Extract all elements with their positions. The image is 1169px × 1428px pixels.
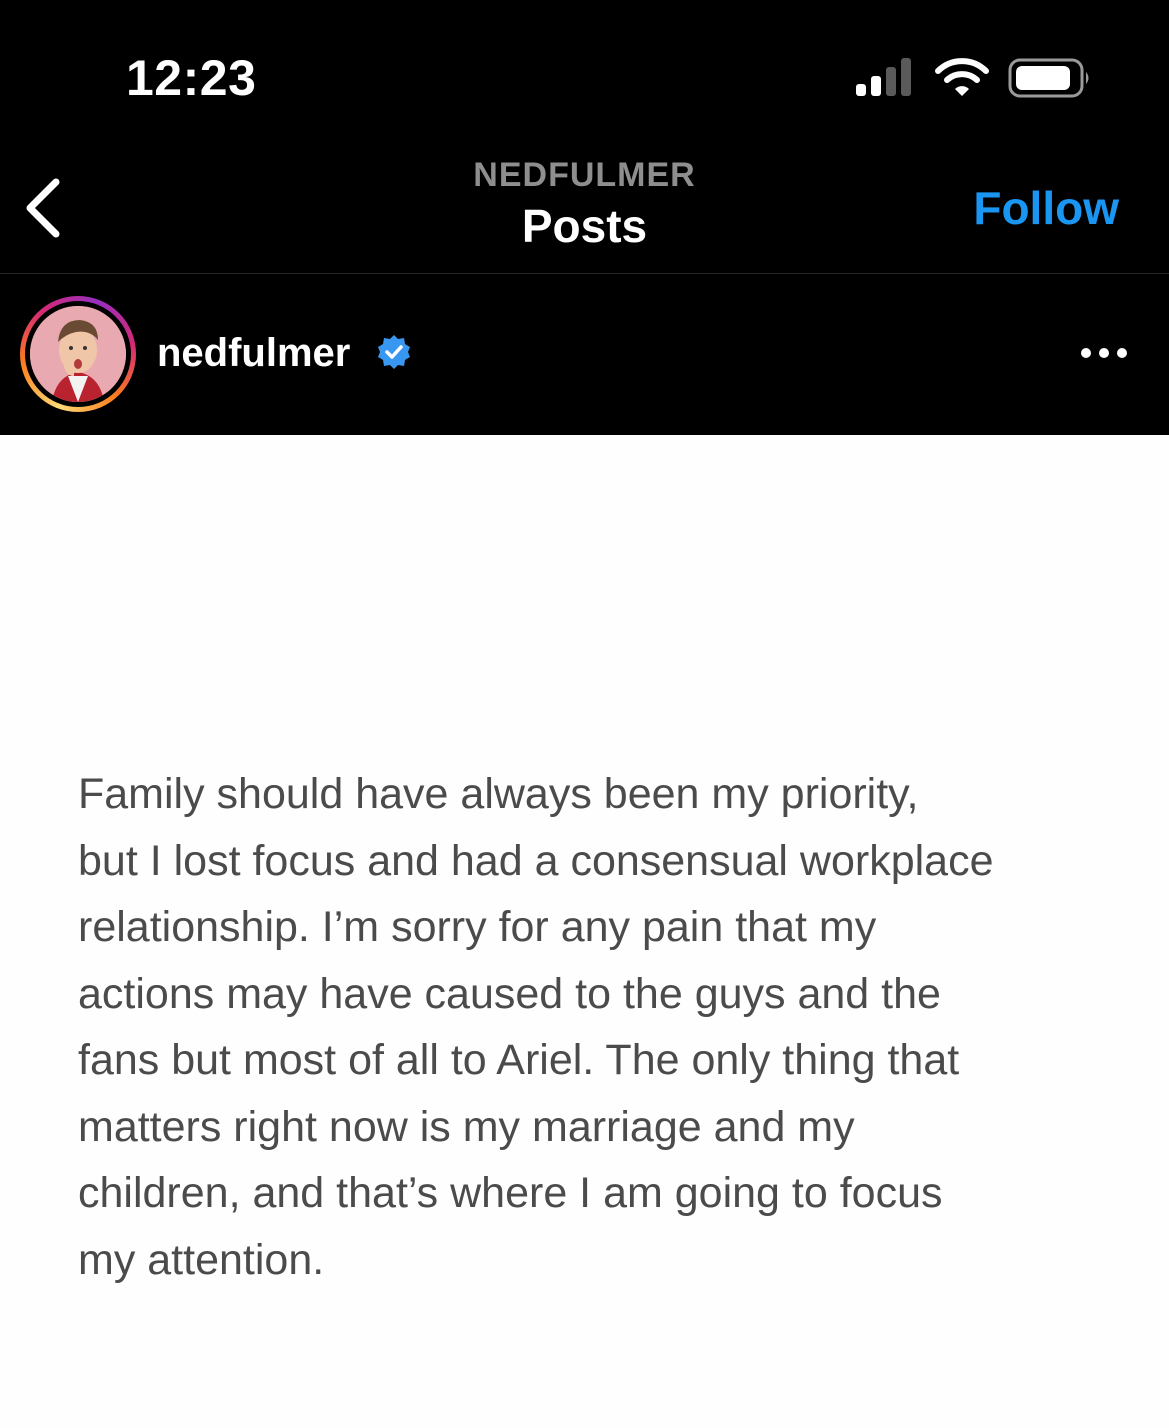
- follow-button[interactable]: Follow: [973, 180, 1119, 236]
- avatar: [30, 306, 126, 402]
- verified-badge-icon: [378, 335, 410, 369]
- wifi-icon: [935, 58, 989, 96]
- post-header: nedfulmer: [0, 274, 1169, 435]
- more-options-button[interactable]: [1078, 338, 1130, 368]
- username[interactable]: nedfulmer: [157, 328, 350, 378]
- status-time: 12:23: [126, 50, 257, 106]
- post-image-text: Family should have always been my priori…: [78, 770, 994, 1284]
- cellular-signal-icon: [856, 58, 911, 96]
- avatar-portrait: [30, 306, 126, 402]
- nav-header: NEDFULMER Posts Follow: [0, 140, 1169, 274]
- battery-icon: [1008, 58, 1089, 98]
- post-image[interactable]: Family should have always been my priori…: [0, 435, 1169, 1428]
- story-ring[interactable]: [20, 296, 136, 412]
- ellipsis-icon: [1081, 348, 1127, 358]
- status-bar: 12:23: [0, 0, 1169, 140]
- instagram-post-screen: 12:23 NEDFULMER Posts Follow nedfulmer F…: [0, 0, 1169, 1428]
